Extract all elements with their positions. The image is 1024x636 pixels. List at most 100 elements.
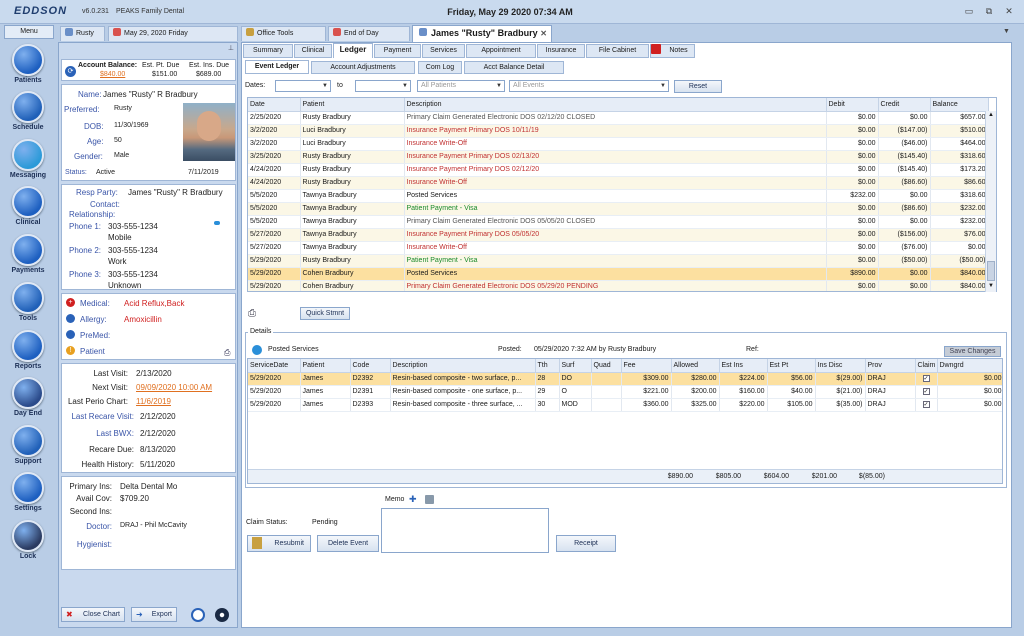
close-window-icon[interactable]: ✕ <box>1002 5 1016 18</box>
tab-schedule-day[interactable]: May 29, 2020 Friday <box>108 26 238 41</box>
service-row[interactable]: 5/29/2020 James D2392 Resin-based composite… <box>248 372 1002 386</box>
nav-tools[interactable]: Tools <box>2 282 54 322</box>
ledger-row[interactable]: 5/5/2020 Tawnya Bradbury Primary Claim Gen… <box>248 215 989 229</box>
quick-statement-button[interactable]: Quick Stmnt <box>300 307 350 320</box>
nav-support[interactable]: Support <box>2 425 54 465</box>
ledger-scrollbar[interactable]: ▲ ▼ <box>985 111 996 292</box>
col-ins-disc[interactable]: Ins Disc <box>815 359 866 373</box>
col-code[interactable]: Code <box>350 359 391 373</box>
add-memo-icon[interactable]: ✚ <box>409 494 417 505</box>
reset-button[interactable]: Reset <box>674 80 722 93</box>
close-tab-icon[interactable]: ✕ <box>540 26 547 41</box>
ledger-row[interactable]: 3/2/2020 Luci Bradbury Insurance Payment P… <box>248 124 989 138</box>
hygienist-label[interactable]: Hygienist: <box>64 540 112 549</box>
tab-end-of-day[interactable]: End of Day <box>328 26 410 41</box>
resubmit-button[interactable]: Resubmit <box>247 535 311 552</box>
col-servicedate[interactable]: ServiceDate <box>248 359 301 373</box>
col-allowed[interactable]: Allowed <box>671 359 720 373</box>
col-patient[interactable]: Patient <box>300 98 405 112</box>
col-balance[interactable]: Balance <box>930 98 989 112</box>
tab-rusty[interactable]: Rusty <box>60 26 105 41</box>
delete-event-button[interactable]: Delete Event <box>317 535 379 552</box>
bwx-label[interactable]: Last BWX: <box>64 429 134 438</box>
subtab-account-adjustments[interactable]: Account Adjustments <box>311 61 415 74</box>
patient-filter-select[interactable]: All Patients <box>417 80 505 92</box>
minimize-icon[interactable]: ▭ <box>962 5 976 18</box>
ledger-row[interactable]: 3/2/2020 Luci Bradbury Insurance Write-Off… <box>248 137 989 151</box>
sync-icon[interactable] <box>191 608 205 622</box>
subtab-payment[interactable]: Payment <box>374 44 421 58</box>
save-memo-icon[interactable] <box>425 495 434 504</box>
col-description[interactable]: Description <box>404 98 827 112</box>
account-balance-value[interactable]: $840.00 <box>100 71 125 78</box>
printer-icon[interactable]: ⎙ <box>248 308 256 319</box>
tab-patient-chart[interactable]: James "Rusty" Bradbury ✕ <box>412 25 552 42</box>
subtab-com-log[interactable]: Com Log <box>418 61 462 74</box>
nav-day-end[interactable]: Day End <box>2 377 54 417</box>
next-visit-link[interactable]: 09/09/2020 10:00 AM <box>136 383 212 392</box>
ledger-row[interactable]: 5/29/2020 Rusty Bradbury Patient Payment -… <box>248 254 989 268</box>
scroll-down-icon[interactable]: ▼ <box>988 283 994 289</box>
subtab-appointment[interactable]: Appointment <box>466 44 536 58</box>
subtab-file-cabinet[interactable]: File Cabinet <box>586 44 649 58</box>
col-est-ins[interactable]: Est Ins <box>719 359 768 373</box>
nav-clinical[interactable]: Clinical <box>2 186 54 226</box>
scroll-up-icon[interactable]: ▲ <box>988 112 994 118</box>
col-patient[interactable]: Patient <box>300 359 351 373</box>
claim-checkbox[interactable]: ✓ <box>922 388 930 395</box>
subtab-summary[interactable]: Summary <box>243 44 293 58</box>
event-filter-select[interactable]: All Events <box>509 80 669 92</box>
memo-textarea[interactable] <box>381 508 549 553</box>
ledger-row[interactable]: 5/27/2020 Tawnya Bradbury Insurance Write-… <box>248 241 989 255</box>
ledger-row[interactable]: 5/27/2020 Tawnya Bradbury Insurance Paymen… <box>248 228 989 242</box>
nav-reports[interactable]: Reports <box>2 330 54 370</box>
col-prov[interactable]: Prov <box>865 359 916 373</box>
col-surf[interactable]: Surf <box>559 359 592 373</box>
claim-checkbox[interactable]: ✓ <box>922 401 930 408</box>
subtab-insurance[interactable]: Insurance <box>537 44 585 58</box>
col-date[interactable]: Date <box>248 98 301 112</box>
ledger-row[interactable]: 5/5/2020 Tawnya Bradbury Patient Payment -… <box>248 202 989 216</box>
col-tth[interactable]: Tth <box>535 359 560 373</box>
save-changes-button[interactable]: Save Changes <box>944 346 1001 357</box>
radiation-icon[interactable] <box>215 608 229 622</box>
pin-icon[interactable]: ⊥ <box>228 44 234 52</box>
refresh-icon[interactable]: ⟳ <box>65 66 76 77</box>
subtab-ledger[interactable]: Ledger <box>333 43 373 58</box>
col-claim[interactable]: Claim <box>915 359 938 373</box>
ledger-row[interactable]: 4/24/2020 Rusty Bradbury Insurance Payment… <box>248 163 989 177</box>
subtab-event-ledger[interactable]: Event Ledger <box>245 60 309 74</box>
perio-link[interactable]: 11/6/2019 <box>136 397 171 406</box>
ledger-row[interactable]: 5/29/2020 Cohen Bradbury Primary Claim Gen… <box>248 280 989 291</box>
tab-office-tools[interactable]: Office Tools <box>241 26 326 41</box>
ledger-row[interactable]: 3/25/2020 Rusty Bradbury Insurance Payment… <box>248 150 989 164</box>
nav-lock[interactable]: Lock <box>2 520 54 560</box>
claim-checkbox[interactable]: ✓ <box>922 375 930 382</box>
message-icon[interactable] <box>214 221 220 225</box>
date-to-input[interactable] <box>355 80 411 92</box>
subtab-acct-balance-detail[interactable]: Acct Balance Detail <box>464 61 564 74</box>
ledger-row[interactable]: 5/29/2020 Cohen Bradbury Posted Services $8… <box>248 267 989 281</box>
close-chart-button[interactable]: ✖ Close Chart <box>61 607 125 622</box>
col-est-pt[interactable]: Est Pt <box>767 359 816 373</box>
doctor-label[interactable]: Doctor: <box>64 522 112 531</box>
subtab-clinical[interactable]: Clinical <box>294 44 332 58</box>
nav-payments[interactable]: Payments <box>2 234 54 274</box>
menu-button[interactable]: Menu <box>4 25 54 39</box>
ledger-row[interactable]: 2/25/2020 Rusty Bradbury Primary Claim Gen… <box>248 111 989 125</box>
nav-patients[interactable]: Patients <box>2 44 54 84</box>
ledger-row[interactable]: 5/5/2020 Tawnya Bradbury Posted Services $2… <box>248 189 989 203</box>
recare-label[interactable]: Last Recare Visit: <box>64 412 134 421</box>
subtab-services[interactable]: Services <box>422 44 465 58</box>
service-row[interactable]: 5/29/2020 James D2391 Resin-based composite… <box>248 385 1002 399</box>
patient-photo[interactable] <box>183 103 235 161</box>
nav-messaging[interactable]: Messaging <box>2 139 54 179</box>
col-description[interactable]: Description <box>390 359 536 373</box>
col-quad[interactable]: Quad <box>591 359 622 373</box>
print-icon[interactable]: ⎙ <box>224 348 230 358</box>
receipt-button[interactable]: Receipt <box>556 535 616 552</box>
service-row[interactable]: 5/29/2020 James D2393 Resin-based composite… <box>248 398 1002 412</box>
ledger-row[interactable]: 4/24/2020 Rusty Bradbury Insurance Write-O… <box>248 176 989 190</box>
col-fee[interactable]: Fee <box>621 359 672 373</box>
col-debit[interactable]: Debit <box>826 98 879 112</box>
